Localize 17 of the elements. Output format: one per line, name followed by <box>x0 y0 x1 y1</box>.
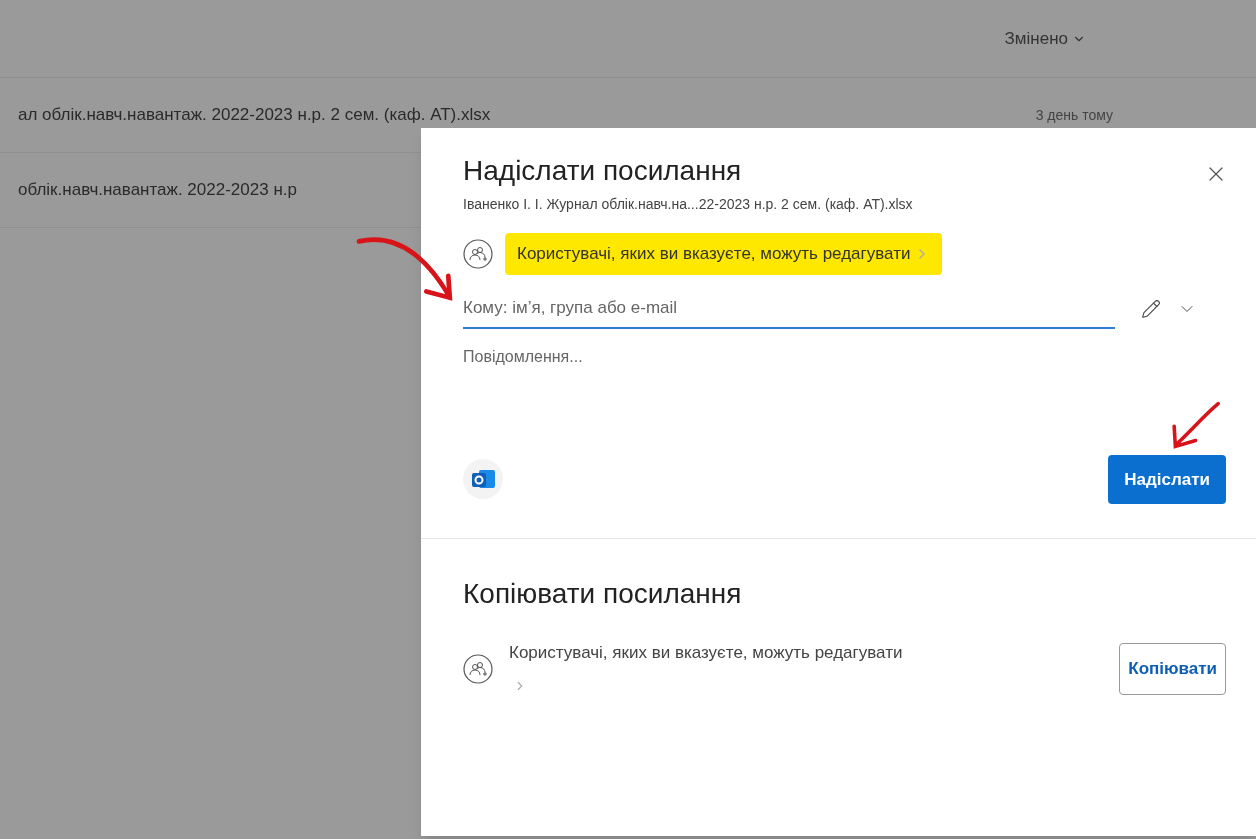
people-settings-icon <box>463 654 493 684</box>
copy-button[interactable]: Копіювати <box>1119 643 1226 695</box>
modified-date: 3 день тому <box>1035 105 1113 125</box>
file-name[interactable]: облік.навч.навантаж. 2022-2023 н.р <box>18 177 297 203</box>
column-header[interactable]: Змінено <box>1004 25 1086 52</box>
mail-app-icon[interactable] <box>463 459 503 500</box>
file-name[interactable]: ал облік.навч.навантаж. 2022-2023 н.р. 2 сем. (каф. АТ).xlsx <box>18 102 491 128</box>
file-name-subtitle: Іваненко І. І. Журнал облік.навч.на...22-2023 н.р. 2 сем. (каф. АТ).xlsx <box>463 195 914 214</box>
permission-link[interactable]: Користувачі, яких ви вказуєте, можуть редагувати <box>509 637 909 701</box>
people-settings-icon <box>463 238 493 269</box>
recipient-field[interactable]: Кому: ім’я, група або e-mail <box>463 288 1115 329</box>
pencil-icon[interactable] <box>1141 298 1161 319</box>
permission-link[interactable]: Користувачі, яких ви вказуєте, можуть редагувати <box>505 233 943 275</box>
section-title: Копіювати посилання <box>463 577 743 611</box>
send-button[interactable]: Надіслати <box>1108 454 1226 504</box>
message-field[interactable]: Повідомлення... <box>463 344 1214 445</box>
dialog-title: Надіслати посилання <box>463 154 742 188</box>
